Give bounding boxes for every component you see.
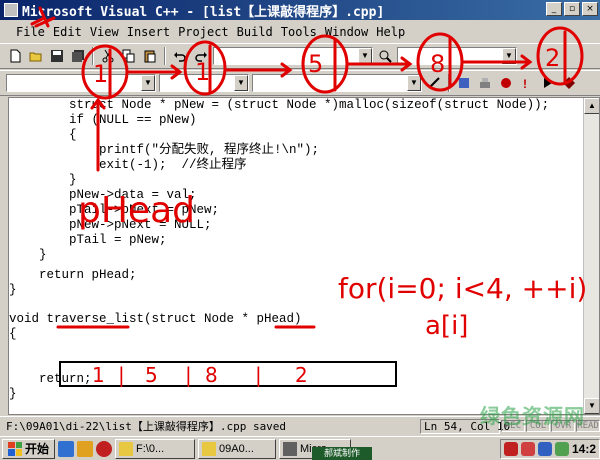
task-button-explorer[interactable]: F:\0... (115, 438, 196, 459)
find-in-files-icon[interactable] (376, 47, 394, 65)
compile-icon[interactable] (455, 74, 473, 92)
class-combo[interactable]: ▼ (6, 74, 156, 92)
run-icon[interactable]: ! (518, 74, 536, 92)
undo-icon[interactable] (171, 47, 189, 65)
code-line[interactable]: if (NULL == pNew) (9, 113, 197, 128)
code-line[interactable]: } (9, 248, 47, 263)
status-message: F:\09A01\di-22\list【上课敲得程序】.cpp saved (6, 420, 287, 433)
menu-bar: File Edit View Insert Project Build Tool… (0, 22, 600, 42)
folder-icon (202, 441, 217, 456)
record-icon[interactable] (96, 440, 113, 457)
task-button-folder[interactable]: 09A0... (198, 438, 277, 459)
save-icon[interactable] (48, 47, 66, 65)
open-folder-icon[interactable] (27, 47, 45, 65)
copy-icon[interactable] (120, 47, 138, 65)
browser-icon[interactable] (58, 440, 75, 457)
new-file-icon[interactable] (6, 47, 24, 65)
vertical-scrollbar[interactable]: ▲ ▼ (583, 98, 599, 414)
code-line[interactable]: } (9, 283, 17, 298)
code-line[interactable]: { (9, 327, 17, 342)
folder-icon (119, 441, 134, 456)
standard-toolbar: ▼ ▼ (0, 43, 600, 69)
tray-volume-icon[interactable] (554, 442, 569, 456)
scroll-up-icon[interactable]: ▲ (584, 98, 599, 114)
code-line[interactable]: exit(-1); //终止程序 (9, 158, 247, 173)
menu-insert[interactable]: Insert (123, 25, 174, 39)
paste-icon[interactable] (141, 47, 159, 65)
taskbar: 开始 F:\0... 09A0... Micro... 14:2 (0, 436, 600, 460)
tray-app-icon[interactable] (503, 442, 518, 456)
minimize-button[interactable]: _ (546, 2, 562, 16)
menu-window[interactable]: Window (321, 25, 372, 39)
breakpoint-icon[interactable] (560, 74, 578, 92)
code-editor[interactable]: struct Node * pNew = (struct Node *)mall… (8, 97, 600, 415)
task-label: 09A0... (219, 442, 254, 455)
window-title: Microsoft Visual C++ - [list【上课敲得程序】.cpp… (22, 4, 385, 20)
menu-edit[interactable]: Edit (49, 25, 86, 39)
toolbar-separator (164, 47, 166, 65)
code-line[interactable]: struct Node * pNew = (struct Node *)mall… (9, 98, 549, 113)
menu-help[interactable]: Help (372, 25, 409, 39)
app-icon[interactable] (4, 3, 18, 17)
watermark-text: 绿色资源网 (480, 404, 585, 428)
code-line[interactable]: { (9, 128, 77, 143)
menu-file[interactable]: File (12, 25, 49, 39)
system-tray: 14:2 (499, 439, 600, 459)
code-line[interactable]: return; (9, 372, 92, 387)
code-line[interactable]: return pHead; (9, 268, 137, 283)
stop-build-icon[interactable] (497, 74, 515, 92)
menu-build[interactable]: Build (233, 25, 277, 39)
find-combo[interactable]: ▼ (213, 47, 373, 65)
code-line[interactable]: pTail = pNew; (9, 233, 167, 248)
author-label: 郝斌制作 (312, 447, 372, 460)
close-button[interactable]: × (582, 2, 598, 16)
chevron-down-icon[interactable]: ▼ (502, 48, 516, 64)
start-button[interactable]: 开始 (2, 438, 56, 459)
filter-combo[interactable]: ▼ (159, 74, 249, 92)
chevron-down-icon[interactable]: ▼ (407, 75, 421, 91)
toolbar-separator (448, 74, 450, 92)
build-icon[interactable] (476, 74, 494, 92)
code-line[interactable]: pNew->pNext = NULL; (9, 218, 212, 233)
menu-project[interactable]: Project (174, 25, 233, 39)
code-line[interactable]: } (9, 173, 77, 188)
code-line[interactable]: pTail->pNext = pNew; (9, 203, 219, 218)
task-label: F:\0... (136, 442, 165, 455)
scroll-down-icon[interactable]: ▼ (584, 398, 599, 414)
start-label: 开始 (25, 442, 50, 456)
msvc-icon (283, 441, 298, 456)
title-bar: Microsoft Visual C++ - [list【上课敲得程序】.cpp… (0, 0, 600, 20)
wizard-action-icon[interactable] (425, 74, 443, 92)
menu-view[interactable]: View (86, 25, 123, 39)
members-combo[interactable]: ▼ (252, 74, 422, 92)
code-line[interactable]: void traverse_list(struct Node * pHead) (9, 312, 302, 327)
code-line[interactable]: pNew->data = val; (9, 188, 197, 203)
menu-tools[interactable]: Tools (277, 25, 321, 39)
tray-record-icon[interactable] (520, 442, 535, 456)
chevron-down-icon[interactable]: ▼ (234, 75, 248, 91)
chevron-down-icon[interactable]: ▼ (141, 75, 155, 91)
wizard-toolbar: ▼ ▼ ▼ ! (0, 70, 600, 96)
code-line[interactable]: } (9, 387, 17, 402)
tray-network-icon[interactable] (537, 442, 552, 456)
toolbar-separator (92, 47, 94, 65)
code-line[interactable]: printf("分配失败, 程序终止!\n"); (9, 143, 319, 158)
folder-icon[interactable] (77, 440, 94, 457)
debug-icon[interactable] (539, 74, 557, 92)
redo-icon[interactable] (192, 47, 210, 65)
save-all-icon[interactable] (69, 47, 87, 65)
chevron-down-icon[interactable]: ▼ (358, 48, 372, 64)
windows-logo-icon (8, 441, 22, 456)
workspace-combo[interactable]: ▼ (397, 47, 517, 65)
clock: 14:2 (571, 442, 596, 456)
cut-icon[interactable] (99, 47, 117, 65)
svg-text:!: ! (523, 77, 527, 90)
restore-button[interactable]: ▫ (564, 2, 580, 16)
